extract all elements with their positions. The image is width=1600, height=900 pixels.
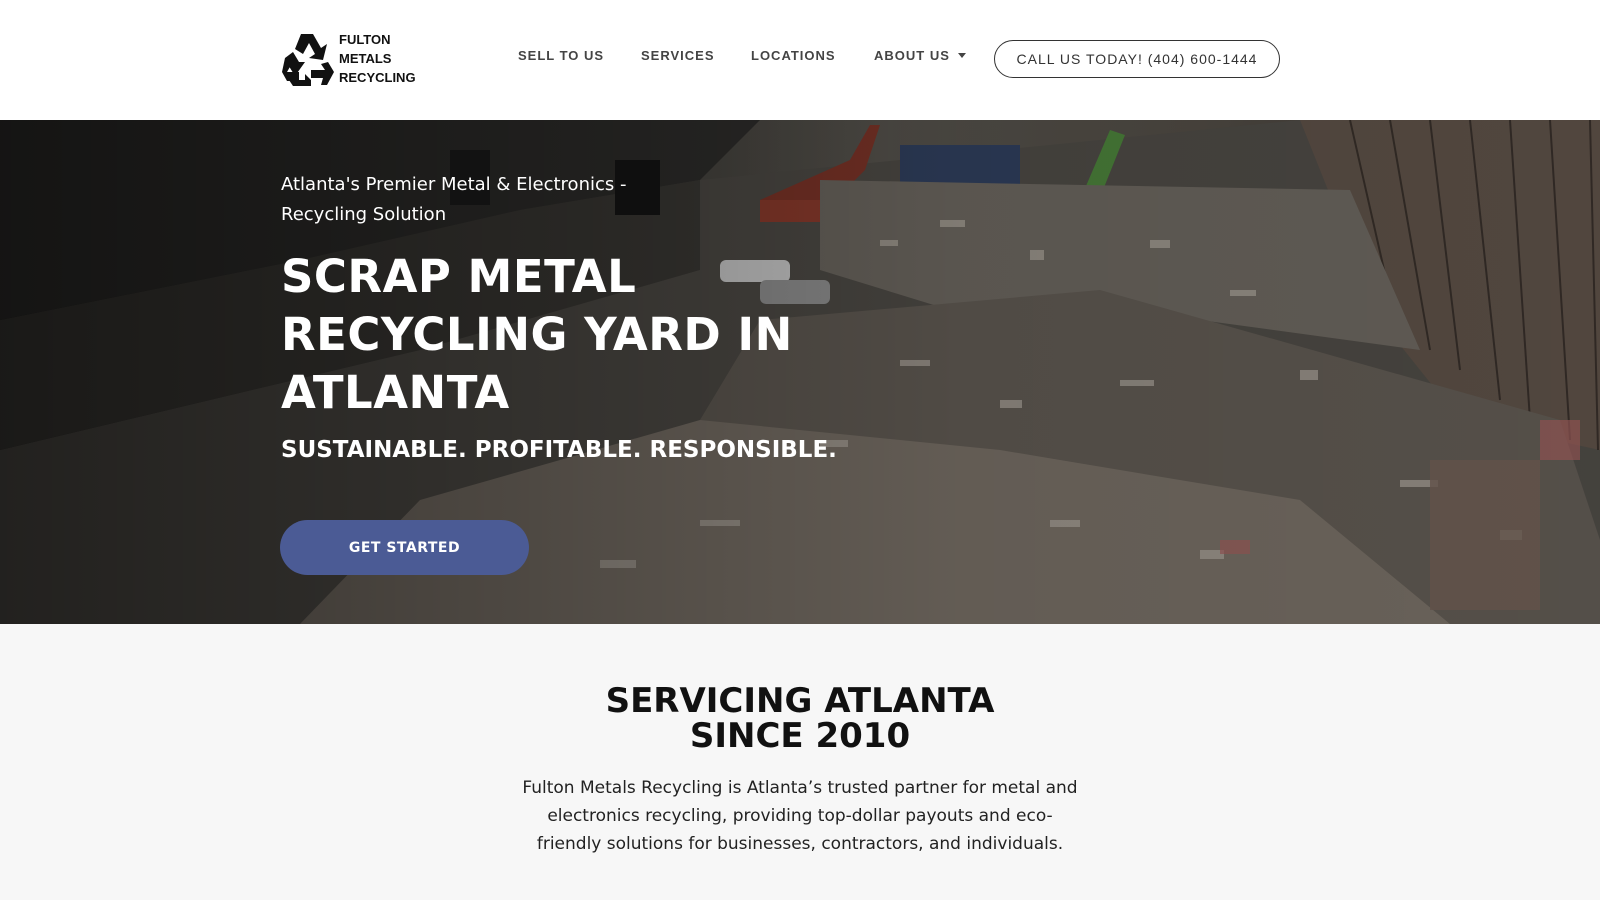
section-description: Fulton Metals Recycling is Atlanta’s tru… bbox=[522, 778, 1078, 854]
section-title: SERVICING ATLANTA SINCE 2010 bbox=[500, 684, 1100, 754]
nav-item-label: ABOUT US bbox=[874, 48, 950, 63]
get-started-button[interactable]: GET STARTED bbox=[280, 520, 529, 575]
recycle-icon bbox=[282, 34, 334, 86]
nav-item-about-us[interactable]: ABOUT US bbox=[874, 48, 966, 63]
chevron-down-icon bbox=[957, 53, 966, 58]
logo-wordmark: FULTON METALS RECYCLING bbox=[339, 30, 419, 87]
hero-title: SCRAP METAL RECYCLING YARD IN ATLANTA bbox=[281, 250, 793, 419]
call-us-button[interactable]: CALL US TODAY! (404) 600-1444 bbox=[994, 40, 1280, 78]
logo-line: FULTON bbox=[339, 32, 391, 47]
section-title-line: SINCE 2010 bbox=[689, 716, 911, 756]
hero-tagline: SUSTAINABLE. PROFITABLE. RESPONSIBLE. bbox=[281, 437, 837, 463]
logo-line: METALS bbox=[339, 51, 392, 66]
site-logo[interactable]: FULTON METALS RECYCLING bbox=[281, 30, 416, 90]
hero-kicker: Atlanta's Premier Metal & Electronics - … bbox=[281, 174, 627, 225]
nav-item-locations[interactable]: LOCATIONS bbox=[751, 48, 836, 63]
nav-item-sell-to-us[interactable]: SELL TO US bbox=[518, 48, 604, 63]
hero-section: Atlanta's Premier Metal & Electronics - … bbox=[0, 120, 1600, 624]
site-header: FULTON METALS RECYCLING SELL TO US SERVI… bbox=[0, 0, 1600, 120]
nav-item-services[interactable]: SERVICES bbox=[641, 48, 715, 63]
logo-line: RECYCLING bbox=[339, 70, 416, 85]
section-title-line: SERVICING ATLANTA bbox=[605, 681, 995, 721]
